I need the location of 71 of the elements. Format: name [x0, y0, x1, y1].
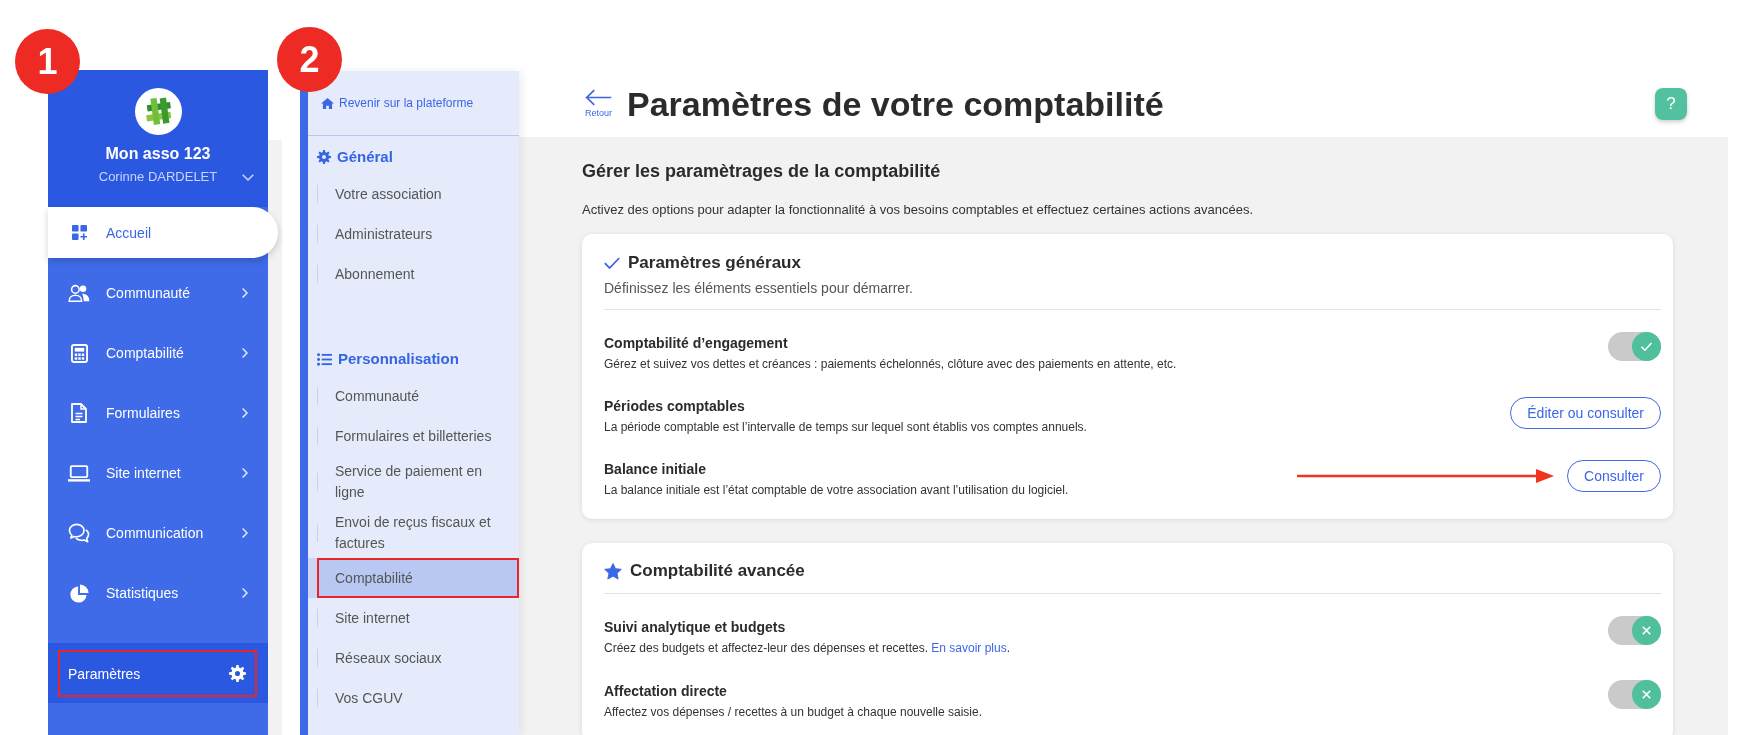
chevron-right-icon: [242, 588, 248, 598]
sub-nav-item[interactable]: Comptabilité: [308, 558, 519, 598]
chevron-right-icon: [242, 288, 248, 298]
sub-nav-item[interactable]: Site internet: [308, 598, 519, 638]
toggle-switch[interactable]: [1608, 332, 1661, 361]
document-icon: [71, 403, 87, 423]
calculator-icon: [70, 343, 88, 363]
back-to-platform-link[interactable]: Revenir sur la plateforme: [321, 96, 474, 110]
sub-nav-item[interactable]: Formulaires et billetteries: [308, 416, 519, 456]
setting-title: Suivi analytique et budgets: [604, 617, 787, 637]
sub-nav-item[interactable]: Administrateurs: [308, 214, 519, 254]
action-button[interactable]: Consulter: [1567, 460, 1661, 492]
nav-item[interactable]: Statistiques: [48, 563, 268, 623]
sub-nav-item[interactable]: Votre association: [308, 174, 519, 214]
learn-more-link[interactable]: En savoir plus: [931, 640, 1007, 655]
nav-item[interactable]: Accueil: [48, 207, 278, 258]
user-name: Corinne DARDELET: [98, 168, 218, 186]
settings-icon: [229, 665, 246, 682]
setting-description: Créez des budgets et affectez-leur des dépenses et recettes. En savoir plus.: [604, 639, 1012, 657]
nav-item[interactable]: Site internet: [48, 443, 268, 503]
chevron-right-icon: [242, 408, 248, 418]
back-button[interactable]: Retour: [585, 88, 612, 119]
toggle-switch[interactable]: [1608, 680, 1661, 709]
card-title: Comptabilité avancée: [630, 560, 805, 582]
pie-chart-icon: [69, 583, 89, 603]
chevron-right-icon: [242, 348, 248, 358]
sub-nav-item[interactable]: Envoi de reçus fiscaux et factures: [308, 507, 519, 558]
chevron-right-icon: [242, 468, 248, 478]
sub-nav-item[interactable]: Réseaux sociaux: [308, 638, 519, 678]
setting-description: La balance initiale est l’état comptable de votre association avant l’utilisation du logiciel.: [604, 482, 1070, 499]
sub-nav-item[interactable]: Communauté: [308, 376, 519, 416]
laptop-icon: [68, 464, 90, 482]
logo-icon: [134, 88, 182, 135]
step-number-badge: 1: [15, 29, 80, 94]
people-icon: [68, 284, 90, 302]
setting-title: Affectation directe: [604, 681, 728, 701]
check-icon: [604, 257, 620, 269]
card-subtitle: Définissez les éléments essentiels pour démarrer.: [604, 279, 914, 298]
page-title: Paramètres de votre comptabilité: [627, 83, 1164, 124]
toggle-switch[interactable]: [1608, 616, 1661, 645]
sub-nav-item[interactable]: Service de paiement en ligne: [308, 456, 519, 507]
grid-plus-icon: [71, 225, 87, 240]
home-icon: [321, 97, 334, 109]
sub-nav-item[interactable]: Vos CGUV: [308, 678, 519, 718]
chat-bubbles-icon: [68, 523, 90, 543]
setting-title: Balance initiale: [604, 460, 707, 479]
setting-description: Gérez et suivez vos dettes et créances : paiements échelonnés, clôture avec des paiements en attente, etc.: [604, 355, 1178, 373]
step-number-badge: 2: [277, 27, 342, 92]
nav-item[interactable]: Communication: [48, 503, 268, 563]
chevron-down-icon[interactable]: [242, 173, 254, 181]
intro-text: Activez des options pour adapter la fonctionnalité à vos besoins comptables et effectuez certaines actions avancées.: [582, 201, 1255, 219]
section-heading: Général: [337, 147, 393, 167]
settings-icon: [317, 150, 331, 164]
sub-nav-item[interactable]: Abonnement: [308, 254, 519, 294]
setting-description: La période comptable est l’intervalle de temps sur lequel sont établis vos comptes annuels.: [604, 419, 1088, 436]
settings-nav-item[interactable]: Paramètres: [58, 650, 257, 697]
organization-name: Mon asso 123: [105, 144, 211, 164]
content-heading: Gérer les paramètrages de la comptabilité: [582, 160, 942, 183]
setting-title: Périodes comptables: [604, 397, 746, 416]
nav-item[interactable]: Formulaires: [48, 383, 268, 443]
nav-item[interactable]: Communauté: [48, 263, 268, 323]
section-heading: Personnalisation: [338, 349, 459, 369]
nav-item[interactable]: Comptabilité: [48, 323, 268, 383]
star-icon: [604, 562, 622, 580]
action-button[interactable]: Éditer ou consulter: [1510, 397, 1661, 429]
list-icon: [317, 352, 332, 366]
card-title: Paramètres généraux: [628, 252, 801, 274]
arrow-left-icon: [585, 88, 612, 106]
setting-title: Comptabilité d’engagement: [604, 333, 789, 353]
setting-description: Affectez vos dépenses / recettes à un budget à chaque nouvelle saisie.: [604, 703, 984, 721]
chevron-right-icon: [242, 528, 248, 538]
